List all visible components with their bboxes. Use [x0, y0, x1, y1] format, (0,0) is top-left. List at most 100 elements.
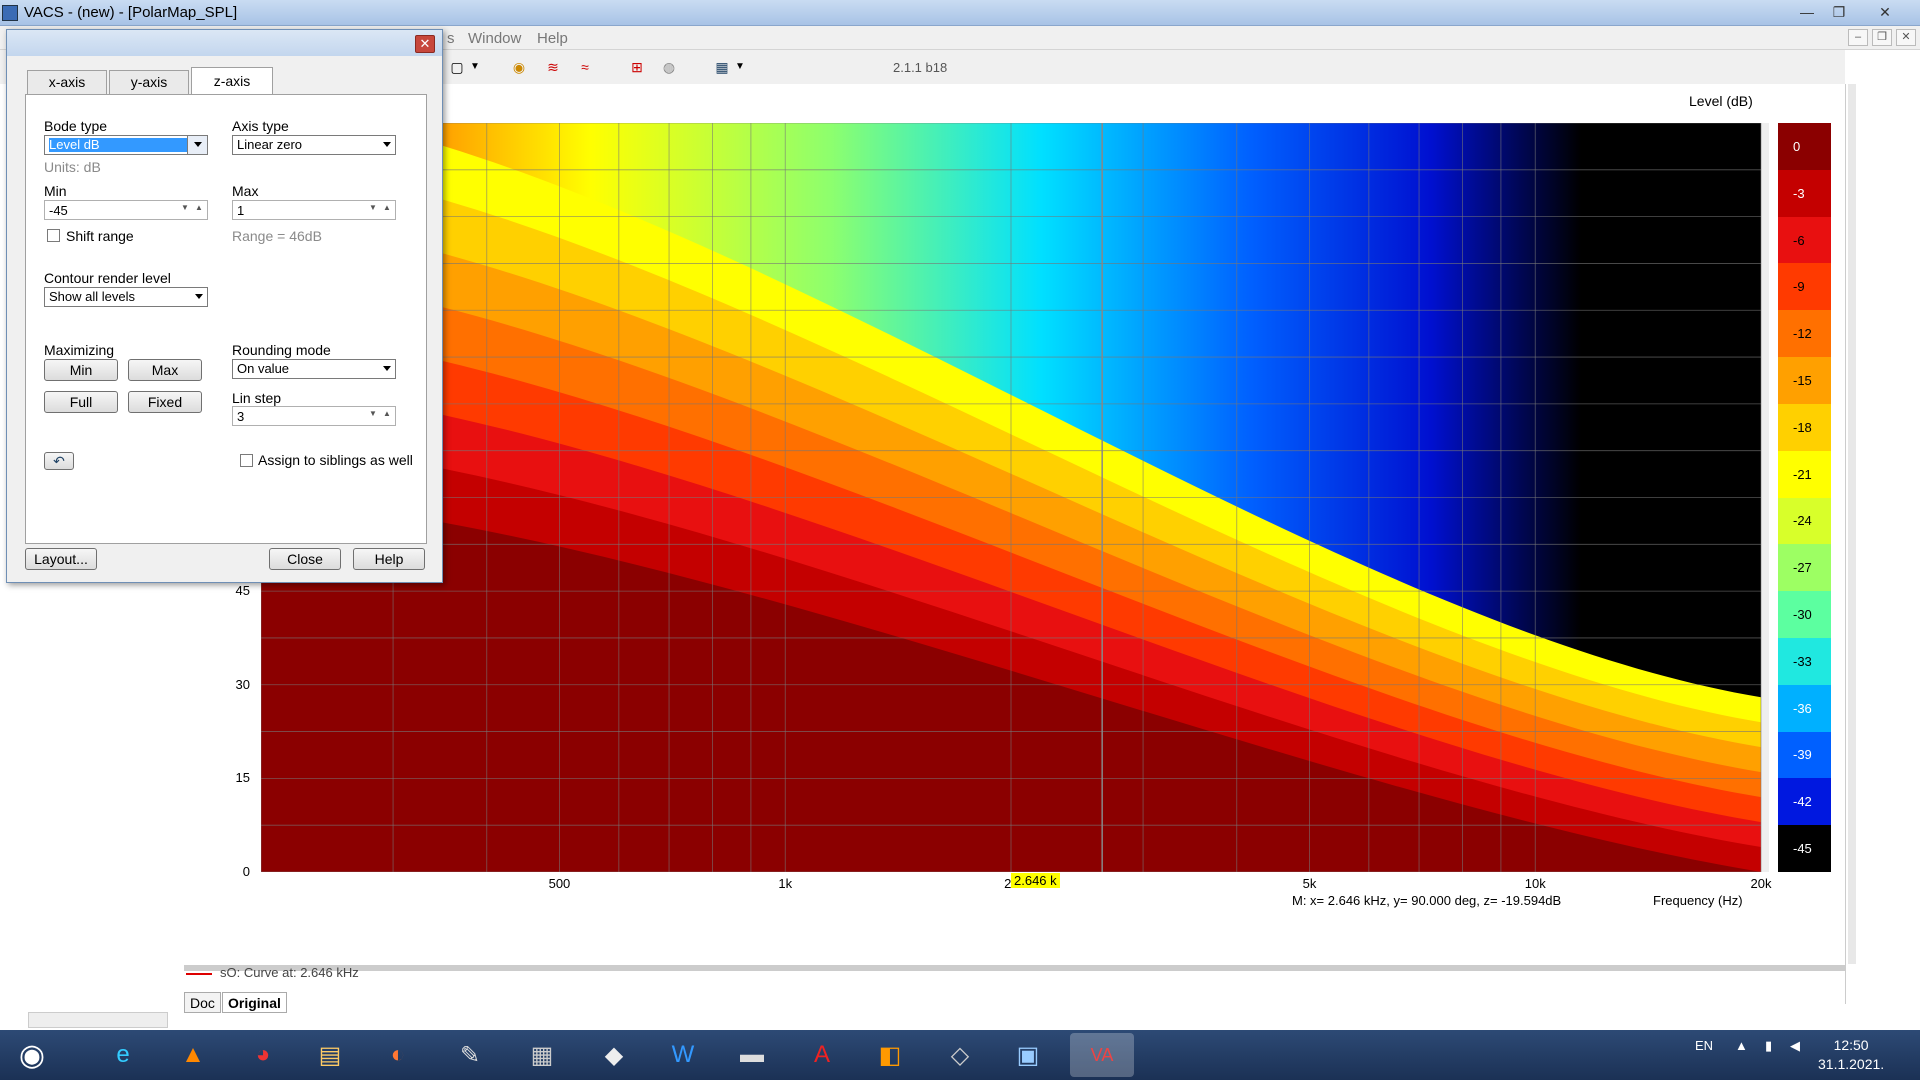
max-input[interactable]: 1 ▼ ▲	[232, 200, 396, 220]
vlc-icon[interactable]: ▲	[165, 1033, 221, 1077]
word-icon[interactable]: W	[655, 1033, 711, 1077]
close-window-button[interactable]: ✕	[1870, 1, 1900, 23]
color-bar-level: -39	[1778, 731, 1831, 779]
paint-icon[interactable]: ✎	[442, 1033, 498, 1077]
terminal-icon[interactable]: ▬	[724, 1033, 780, 1077]
rounding-mode-select[interactable]: On value	[232, 359, 396, 379]
y-tick-label: 45	[235, 583, 250, 599]
tab-x-axis[interactable]: x-axis	[27, 70, 107, 94]
horizontal-scrollbar[interactable]	[28, 1012, 168, 1028]
open-curve-icon[interactable]: ◉	[508, 58, 530, 76]
contour-render-label: Contour render level	[44, 270, 171, 286]
maximize-button[interactable]: ❐	[1824, 1, 1854, 23]
right-mini-panel	[1845, 84, 1920, 1004]
response-chart-icon[interactable]: ≈	[574, 58, 596, 76]
bode-type-dropdown-button[interactable]	[187, 136, 207, 154]
color-bar-level: -36	[1778, 684, 1831, 732]
layout-dropdown-icon[interactable]: ▼	[729, 58, 751, 76]
menu-item-window[interactable]: Window	[468, 30, 521, 47]
bode-type-select[interactable]: Level dB	[44, 135, 208, 155]
tray-expand-icon[interactable]: ▲	[1735, 1038, 1748, 1053]
spin-up-icon[interactable]: ▲	[195, 203, 203, 212]
range-text: Range = 46dB	[232, 228, 322, 244]
internet-explorer-icon[interactable]: e	[95, 1033, 151, 1077]
color-bar-level: -9	[1778, 263, 1831, 311]
tab-y-axis[interactable]: y-axis	[109, 70, 189, 94]
legend-line-swatch	[186, 972, 212, 975]
close-button[interactable]: Close	[269, 548, 341, 570]
min-value: -45	[49, 203, 68, 218]
x-tick-label: 5k	[1302, 876, 1317, 891]
fixed-button[interactable]: Fixed	[128, 391, 202, 413]
layout-button[interactable]: Layout...	[25, 548, 97, 570]
firefox-icon[interactable]: ◐	[370, 1033, 426, 1077]
notes-icon[interactable]: ◇	[932, 1033, 988, 1077]
spin-down-icon[interactable]: ▼	[369, 409, 377, 418]
app-cat-icon[interactable]: ◆	[586, 1033, 642, 1077]
audio-app-icon[interactable]: ◧	[862, 1033, 918, 1077]
polar-map-heatmap[interactable]	[261, 123, 1761, 872]
chrome-icon[interactable]: ◕	[235, 1033, 291, 1077]
shift-range-checkbox[interactable]	[47, 229, 60, 242]
lin-step-input[interactable]: 3 ▼ ▲	[232, 406, 396, 426]
rounding-mode-label: Rounding mode	[232, 342, 331, 358]
doc-tab-doc[interactable]: Doc	[184, 992, 221, 1013]
x-tick-label: 10k	[1524, 876, 1546, 891]
bode-type-value: Level dB	[49, 138, 189, 152]
globe-icon[interactable]: ◍	[658, 58, 680, 76]
contour-render-value: Show all levels	[49, 289, 135, 304]
start-button[interactable]: ◉	[2, 1033, 62, 1077]
spin-up-icon[interactable]: ▲	[383, 409, 391, 418]
mdi-close-button[interactable]: ✕	[1896, 29, 1916, 46]
doc-tab-original[interactable]: Original	[222, 992, 287, 1013]
rounding-mode-value: On value	[237, 361, 290, 376]
legend-splitter[interactable]	[184, 965, 1845, 971]
tab-z-axis[interactable]: z-axis	[191, 67, 273, 95]
cursor-readout: M: x= 2.646 kHz, y= 90.000 deg, z= -19.5…	[1292, 893, 1562, 908]
chevron-down-icon	[195, 294, 203, 299]
plot-scrollbar[interactable]	[1761, 123, 1769, 872]
z-axis-panel: Bode type Level dB Units: dB Axis type L…	[25, 94, 427, 544]
chevron-down-icon	[194, 142, 202, 147]
taskbar-clock[interactable]: 12:50 31.1.2021.	[1818, 1036, 1884, 1074]
spin-up-icon[interactable]: ▲	[383, 203, 391, 212]
photo-viewer-icon[interactable]: ▣	[1000, 1033, 1056, 1077]
right-scrollbar[interactable]	[1848, 84, 1856, 964]
max-button[interactable]: Max	[128, 359, 202, 381]
mdi-minimize-button[interactable]: –	[1848, 29, 1868, 46]
contour-render-select[interactable]: Show all levels	[44, 287, 208, 307]
vacs-taskbar-icon[interactable]: VA	[1070, 1033, 1134, 1077]
color-bar-level: -33	[1778, 637, 1831, 685]
assign-siblings-checkbox[interactable]	[240, 454, 253, 467]
menu-item-help[interactable]: Help	[537, 30, 568, 47]
undo-button[interactable]: ↶	[44, 452, 74, 470]
menu-item-partial[interactable]: s	[447, 30, 455, 47]
min-button[interactable]: Min	[44, 359, 118, 381]
color-bar-level: -3	[1778, 169, 1831, 217]
taskbar: ◉ e ▲ ◕ ▤ ◐ ✎ ▦ ◆ W ▬ A ◧ ◇ ▣ VA EN ▲ ▮ …	[0, 1030, 1920, 1080]
spin-down-icon[interactable]: ▼	[369, 203, 377, 212]
color-bar-level: -45	[1778, 825, 1831, 872]
min-input[interactable]: -45 ▼ ▲	[44, 200, 208, 220]
dropdown-arrow-icon[interactable]: ▼	[464, 58, 486, 76]
acrobat-icon[interactable]: A	[794, 1033, 850, 1077]
axis-type-select[interactable]: Linear zero	[232, 135, 396, 155]
dialog-close-icon[interactable]: ✕	[415, 35, 435, 53]
graph-settings-icon[interactable]: ⊞	[626, 58, 648, 76]
help-button[interactable]: Help	[353, 548, 425, 570]
file-explorer-icon[interactable]: ▤	[302, 1033, 358, 1077]
spl-chart-icon[interactable]: ≋	[542, 58, 564, 76]
spin-down-icon[interactable]: ▼	[181, 203, 189, 212]
y-tick-label: 30	[235, 676, 250, 692]
volume-icon[interactable]: ◀	[1790, 1038, 1800, 1054]
minimize-button[interactable]: —	[1792, 1, 1822, 23]
network-icon[interactable]: ▮	[1765, 1038, 1772, 1054]
language-indicator[interactable]: EN	[1695, 1038, 1713, 1053]
y-tick-label: 15	[235, 770, 250, 786]
app-icon	[2, 5, 18, 21]
full-button[interactable]: Full	[44, 391, 118, 413]
calculator-icon[interactable]: ▦	[514, 1033, 570, 1077]
mdi-restore-button[interactable]: ❐	[1872, 29, 1892, 46]
color-bar-level: -15	[1778, 357, 1831, 404]
color-bar-level: -21	[1778, 450, 1831, 498]
